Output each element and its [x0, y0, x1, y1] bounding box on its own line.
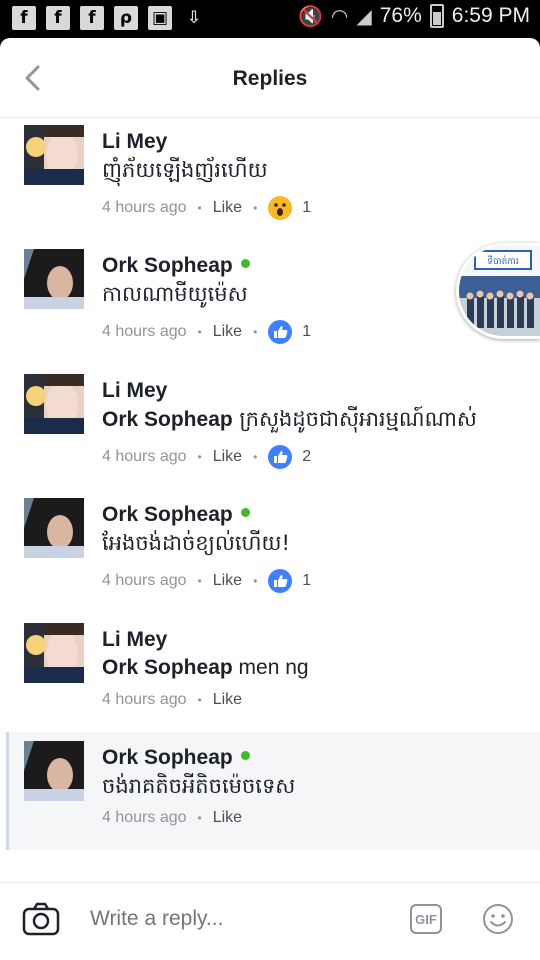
like-reaction-icon[interactable] — [268, 445, 293, 469]
reply-input[interactable] — [90, 907, 390, 931]
like-button[interactable]: Like — [213, 448, 242, 466]
reply-text: កាលណាមីយូម៉េស — [102, 282, 248, 306]
clock: 6:59 PM — [451, 4, 530, 27]
commenter-name[interactable]: Ork Sopheap — [102, 254, 250, 278]
like-button[interactable]: Like — [213, 691, 242, 709]
reply-composer: GIF — [0, 882, 540, 960]
online-status-dot — [240, 258, 250, 268]
chat-head-bubble[interactable]: ទីបាត់ការ — [456, 243, 540, 339]
mention-link[interactable]: Ork Sopheap — [102, 408, 233, 431]
commenter-name[interactable]: Li Mey — [102, 130, 167, 154]
commenter-name[interactable]: Li Mey — [102, 379, 167, 403]
reply-meta: 4 hours ago • Like • 1 — [102, 196, 311, 220]
like-button[interactable]: Like — [213, 809, 242, 827]
reply-meta: 4 hours ago • Like • 1 — [102, 569, 311, 593]
online-status-dot — [240, 750, 250, 760]
photo-icon: ▣ — [148, 6, 172, 30]
commenter-name[interactable]: Ork Sopheap — [102, 746, 250, 770]
like-button[interactable]: Like — [213, 572, 242, 590]
avatar[interactable] — [24, 249, 84, 309]
reply-meta: 4 hours ago • Like — [102, 809, 243, 827]
timestamp: 4 hours ago — [102, 199, 187, 216]
gif-button[interactable]: GIF — [410, 904, 442, 934]
system-status: 🔇 ◠ ◢ 76% 6:59 PM — [298, 4, 530, 28]
commenter-name[interactable]: Li Mey — [102, 628, 167, 652]
mute-icon: 🔇 — [298, 4, 323, 28]
like-button[interactable]: Like — [213, 199, 242, 217]
like-button[interactable]: Like — [213, 323, 242, 341]
avatar[interactable] — [24, 125, 84, 185]
battery-icon — [429, 4, 444, 28]
reaction-count[interactable]: 1 — [302, 572, 311, 590]
wow-reaction-icon[interactable] — [268, 196, 293, 220]
sticker-smiley-icon[interactable] — [482, 903, 514, 935]
like-reaction-icon[interactable] — [268, 569, 293, 593]
reaction-count[interactable]: 1 — [302, 199, 311, 217]
timestamp: 4 hours ago — [102, 572, 187, 589]
avatar[interactable] — [24, 498, 84, 558]
reply-text: ចង់រាគតិចអីតិចម៉េចទេស — [102, 774, 296, 798]
commenter-name[interactable]: Ork Sopheap — [102, 503, 250, 527]
camera-icon[interactable] — [22, 901, 60, 937]
online-status-dot — [240, 507, 250, 517]
facebook-icon: f — [12, 6, 36, 30]
battery-percent: 76% — [379, 4, 422, 27]
notification-icons: f f f ρ ▣ ⇩ — [12, 6, 206, 30]
signal-icon: ◢ — [356, 4, 372, 28]
reply-meta: 4 hours ago • Like — [102, 691, 243, 709]
replies-panel: Replies Li Mey ញុំភ័យឡើងញ័រហើយ 4 hours a… — [0, 38, 540, 960]
header: Replies — [0, 38, 540, 118]
messenger-icon: ρ — [114, 6, 138, 30]
timestamp: 4 hours ago — [102, 691, 187, 708]
reply-text: Ork Sopheap men ng — [102, 656, 309, 679]
reply-meta: 4 hours ago • Like • 1 — [102, 320, 311, 344]
facebook-icon: f — [80, 6, 104, 30]
timestamp: 4 hours ago — [102, 809, 187, 826]
avatar[interactable] — [24, 741, 84, 801]
reaction-count[interactable]: 2 — [302, 448, 311, 466]
reply-text: ញុំភ័យឡើងញ័រហើយ — [102, 158, 268, 182]
timestamp: 4 hours ago — [102, 323, 187, 340]
download-icon: ⇩ — [186, 8, 202, 28]
mention-link[interactable]: Ork Sopheap — [102, 656, 233, 679]
like-reaction-icon[interactable] — [268, 320, 293, 344]
timestamp: 4 hours ago — [102, 448, 187, 465]
chat-head-sign-text: ទីបាត់ការ — [487, 255, 519, 267]
reply-meta: 4 hours ago • Like • 2 — [102, 445, 311, 469]
status-bar: f f f ρ ▣ ⇩ 🔇 ◠ ◢ 76% 6:59 PM — [0, 0, 540, 38]
avatar[interactable] — [24, 623, 84, 683]
reply-text: អែងចង់ដាច់ខ្យល់ហើយ! — [102, 531, 290, 555]
reaction-count[interactable]: 1 — [302, 323, 311, 341]
reply-text: Ork Sopheap ក្រសួងដូចជាស៊ីអារម្មណ៍ណាស់ — [102, 407, 477, 431]
facebook-icon: f — [46, 6, 70, 30]
page-title: Replies — [232, 67, 308, 90]
avatar[interactable] — [24, 374, 84, 434]
wifi-icon: ◠ — [330, 4, 349, 28]
